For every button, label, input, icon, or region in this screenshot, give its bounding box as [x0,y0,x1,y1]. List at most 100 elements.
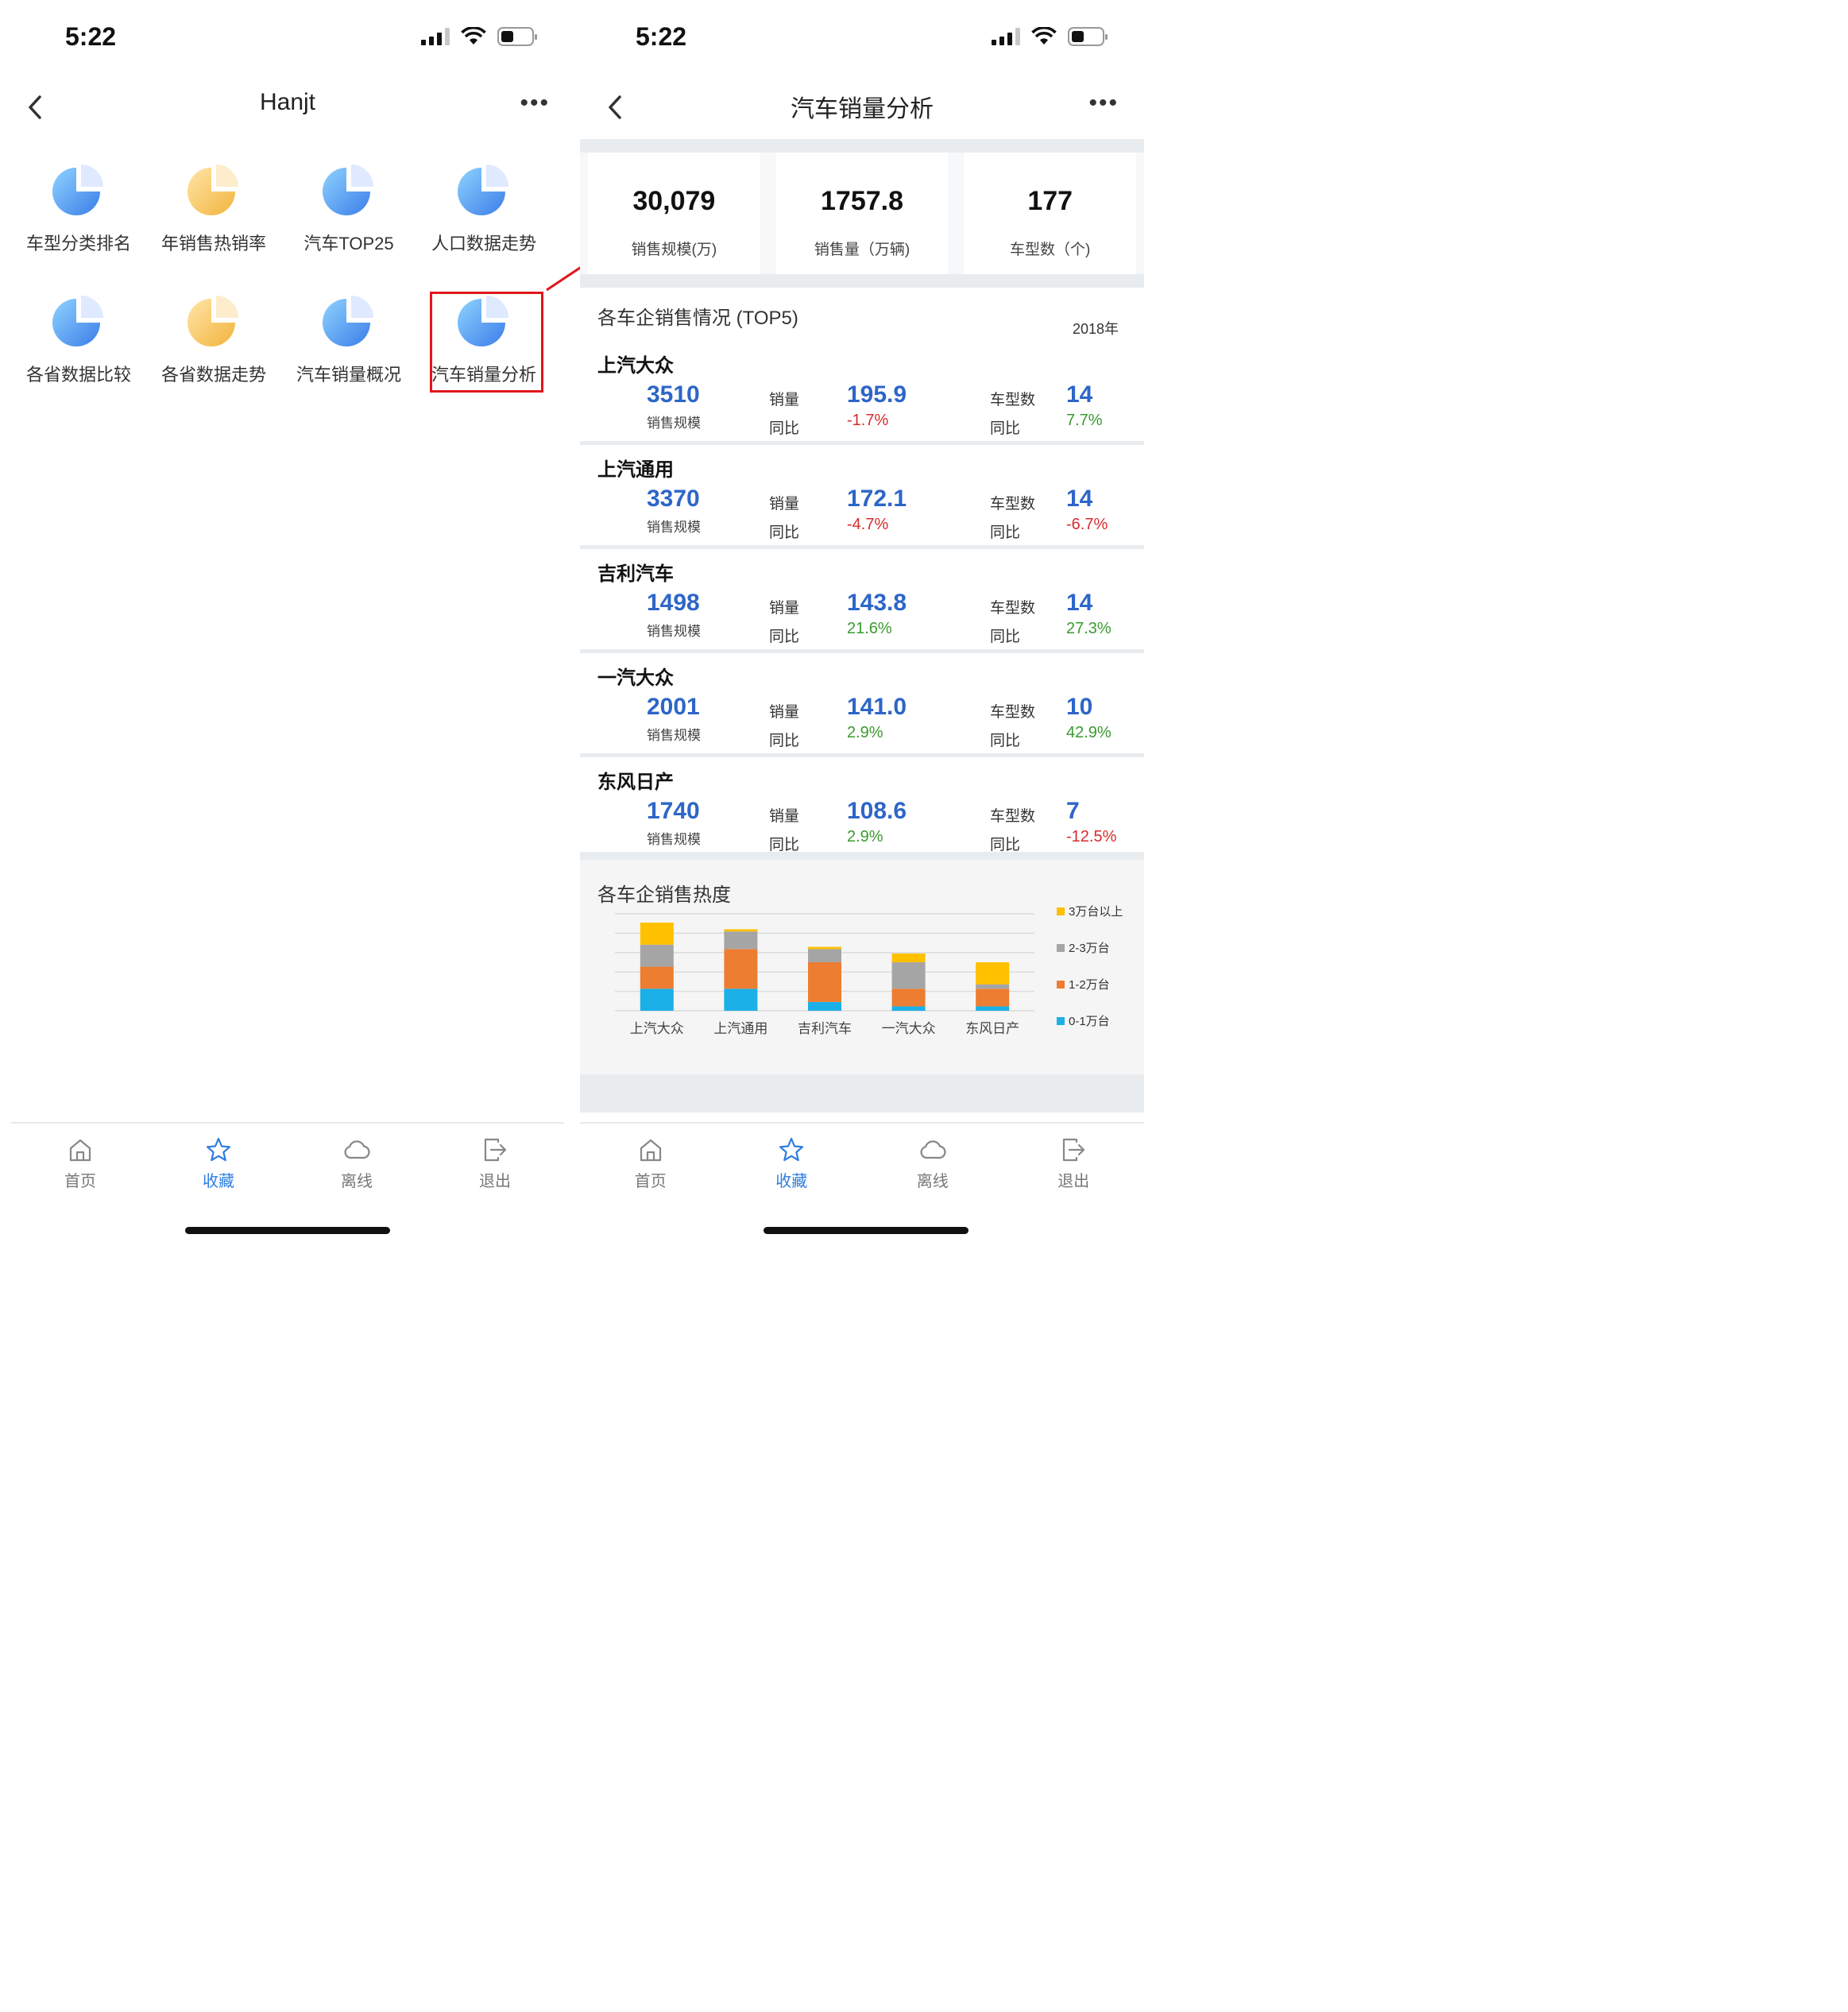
kpi-value: 30,079 [632,186,716,216]
nav-bar: Hanjt ••• [0,79,575,135]
tab-label: 退出 [479,1173,511,1190]
more-menu-icon[interactable]: ••• [1088,91,1119,115]
company-name: 上汽大众 [597,355,674,377]
favorite-item[interactable]: 汽车TOP25 [281,155,416,274]
sales-yoy-value: -4.7% [847,516,889,533]
favorite-item[interactable]: 车型分类排名 [11,155,146,274]
status-time: 5:22 [65,22,117,51]
star-icon [206,1137,231,1162]
bar-segment [891,953,926,962]
sales-value: 195.9 [847,381,907,408]
legend-label: 0-1万台 [1069,1015,1110,1028]
sales-value: 143.8 [847,590,907,616]
status-bar: 5:22 [580,0,1144,79]
bar-segment [640,923,674,945]
sales-scale-label: 销售规模 [647,416,701,431]
kpi-card: 30,079 销售规模(万) [588,153,760,274]
legend-swatch [1057,944,1065,952]
x-tick-label: 东风日产 [965,1021,1019,1036]
kpi-card: 177 车型数（个) [964,153,1137,274]
tab-logout[interactable]: 退出 [1014,1124,1133,1201]
more-menu-icon[interactable]: ••• [520,91,550,115]
favorite-label: 车型分类排名 [25,234,131,253]
bar-segment [976,962,1010,985]
sales-value: 172.1 [847,486,907,512]
bar-segment [808,962,841,1002]
models-yoy-value: 42.9% [1066,724,1112,741]
x-tick-label: 上汽通用 [713,1021,767,1036]
company-name: 东风日产 [597,772,674,793]
tab-star[interactable]: 收藏 [732,1124,851,1201]
kpi-value: 177 [1027,186,1073,216]
heat-panel: 上汽大众 上汽通用 吉利汽车 一汽大众 东风日产 3万台以上 2-3万台 1-2万台 0-1万台… [580,860,1144,1074]
favorite-item[interactable]: 各省数据比较 [11,286,146,405]
home-indicator [185,1227,390,1234]
year-label: 2018年 [1072,321,1119,337]
bar-segment [808,1001,841,1011]
sales-yoy-value: -1.7% [847,412,889,429]
battery-icon [497,27,537,46]
bar-segment [891,962,926,989]
bar-segment [640,989,674,1011]
highlight-box [430,292,543,393]
tab-bar: 首页 收藏 离线 退出 [11,1122,564,1201]
legend-label: 2-3万台 [1069,942,1110,955]
favorite-item[interactable]: 汽车销量概况 [281,286,416,405]
logout-icon [484,1138,507,1162]
tab-logout[interactable]: 退出 [435,1124,555,1201]
tab-label: 收藏 [775,1173,808,1190]
models-yoy-value: -6.7% [1066,516,1108,533]
sales-label: 销量 [769,496,800,513]
tab-cloud[interactable]: 离线 [873,1124,992,1201]
company-row: 上汽大众 3510 销售规模 销量 同比 195.9 -1.7% 车型数 同比 14 7.7% [580,342,1144,445]
x-tick-label: 上汽大众 [630,1021,684,1036]
yoy-label: 同比 [990,837,1021,853]
favorite-label: 汽车TOP25 [303,234,394,253]
legend-swatch [1057,981,1065,989]
models-label: 车型数 [990,496,1036,513]
kpi-label: 销售规模(万) [631,242,717,258]
tab-home[interactable]: 首页 [591,1124,710,1201]
models-value: 7 [1066,798,1080,824]
sales-label: 销量 [769,704,800,721]
bar-segment [724,929,758,932]
sales-yoy-value: 21.6% [847,620,892,637]
sales-scale-value: 3510 [647,381,700,408]
signal-icon [421,28,450,45]
favorite-item[interactable]: 年销售热销率 [146,155,281,274]
yoy-label: 同比 [769,837,800,853]
tab-cloud[interactable]: 离线 [297,1124,416,1201]
tab-label: 退出 [1057,1173,1090,1190]
models-label: 车型数 [990,808,1036,825]
sales-value: 141.0 [847,694,907,720]
models-yoy-value: 7.7% [1066,412,1103,429]
x-tick-label: 吉利汽车 [798,1021,852,1036]
yoy-label: 同比 [769,733,800,749]
favorite-label: 各省数据走势 [160,365,266,385]
company-row: 吉利汽车 1498 销售规模 销量 同比 143.8 21.6% 车型数 同比 14 27.3% [580,550,1144,653]
legend-swatch [1057,907,1065,915]
status-time: 5:22 [636,22,687,51]
nav-bar: 汽车销量分析 ••• [580,79,1144,135]
models-yoy-value: 27.3% [1066,620,1112,637]
status-bar: 5:22 [0,0,575,79]
tab-star[interactable]: 收藏 [159,1124,278,1201]
top5-title: 各车企销售情况 (TOP5) [597,308,798,329]
pie-chart-icon [320,161,377,219]
sales-value: 108.6 [847,798,907,824]
battery-icon [1068,27,1108,46]
dashboard-content: 30,079 销售规模(万) 1757.8 销售量（万辆) 177 车型数（个) 各车企销… [580,139,1144,1112]
tab-home[interactable]: 首页 [21,1124,140,1201]
sales-scale-value: 1498 [647,590,700,616]
pie-chart-icon [185,292,242,350]
yoy-label: 同比 [769,524,800,541]
favorite-item[interactable]: 各省数据走势 [146,286,281,405]
star-icon [779,1137,804,1162]
favorite-label: 年销售热销率 [160,234,266,253]
x-tick-label: 一汽大众 [882,1021,936,1036]
bar-segment [808,949,841,962]
bar-segment [808,946,841,950]
yoy-label: 同比 [769,420,800,437]
kpi-value: 1757.8 [821,186,903,216]
favorite-item[interactable]: 人口数据走势 [416,155,551,274]
